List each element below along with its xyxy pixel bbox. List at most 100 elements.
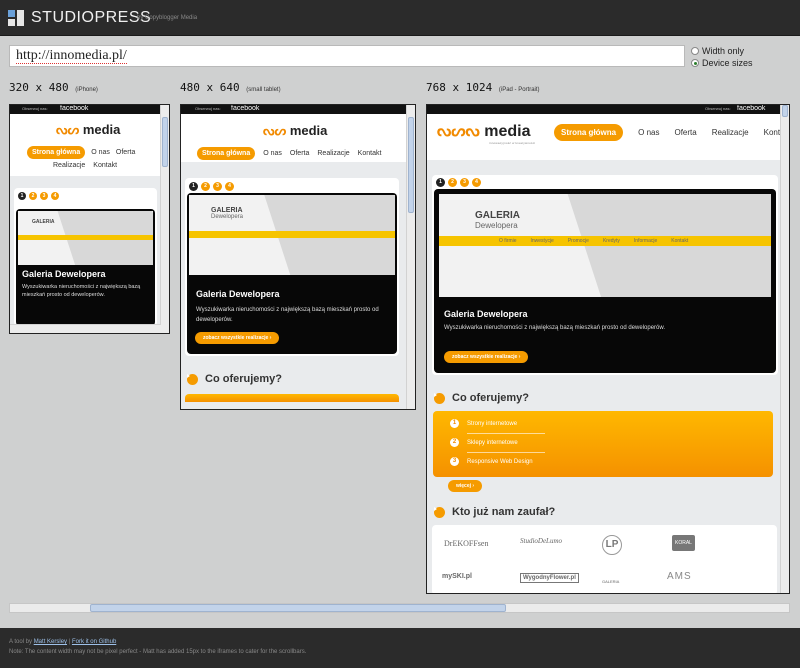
screenshot-title: GALERIA Dewelopera [211, 207, 244, 220]
studiopress-logo-icon [8, 10, 25, 27]
github-fork-link[interactable]: Fork it on Github [72, 639, 116, 645]
offer-title: Co oferujemy? [187, 373, 282, 385]
screenshot-menu-item: O firmie [499, 238, 517, 244]
site-logo[interactable]: ᔓᔕᔓ media innowacyjność w kreatywności [437, 121, 535, 145]
iphone-vertical-scrollbar[interactable] [160, 105, 169, 333]
slider-dot[interactable]: 4 [51, 192, 59, 200]
nav-projects[interactable]: Realizacje [712, 128, 749, 137]
screenshot-menu: O firmie Inwestycje Promocje Kredyty Inf… [499, 238, 688, 244]
slider-dot[interactable]: 3 [213, 182, 222, 191]
slide-screenshot: GALERIA Dewelopera O firmie Inwestycje Pr… [439, 194, 771, 297]
gallery-button[interactable]: zobacz wszystkie realizacje › [444, 351, 529, 363]
gallery-description: Wyszukiwarka nieruchomości z największą … [444, 325, 666, 331]
top-bar: STUDIOPRESS by Copyblogger Media [0, 0, 800, 36]
iphone-horizontal-scrollbar[interactable] [10, 324, 161, 333]
clients-title: Kto już nam zaufał? [434, 506, 555, 518]
gallery-title: Galeria Dewelopera [444, 309, 528, 319]
slider-dots: 1 2 3 4 [436, 178, 481, 187]
nav-offer[interactable]: Oferta [674, 128, 696, 137]
device-name: (small tablet) [246, 87, 281, 93]
gallery-description: Wyszukiwarka nieruchomości z największą … [22, 284, 141, 298]
client-logo: KORAL [672, 535, 695, 551]
offer-title: Co oferujemy? [434, 392, 529, 404]
device-label-ipad: 768 x 1024 (iPad - Portrait) [426, 81, 540, 94]
main-horizontal-scrollbar[interactable] [9, 603, 790, 613]
device-sizes-option[interactable]: Device sizes [691, 58, 753, 68]
slider-dot[interactable]: 2 [201, 182, 210, 191]
offer-item-label: Sklepy internetowe [467, 439, 518, 446]
site-header: ᔓᔕᔓ media innowacyjność w kreatywności St… [427, 114, 789, 160]
offer-item[interactable]: 1 Strony internetowe [450, 419, 517, 428]
nav-home[interactable]: Strona główna [554, 124, 624, 141]
small-tablet-frame[interactable]: Obserwuj nas: facebook ᔓᔕ media Strona g… [180, 104, 416, 410]
logo-text: media [289, 123, 328, 138]
slider-dot[interactable]: 2 [448, 178, 457, 187]
slider-dots: 1 2 3 4 [189, 182, 234, 191]
device-name: (iPhone) [75, 87, 98, 93]
offer-more-button[interactable]: więcej › [448, 480, 483, 492]
nav-home[interactable]: Strona główna [197, 147, 256, 160]
slider-dot[interactable]: 4 [472, 178, 481, 187]
width-only-option[interactable]: Width only [691, 46, 744, 56]
device-size: 768 x 1024 [426, 81, 493, 94]
nav-offer[interactable]: Oferta [290, 150, 309, 157]
nav-about[interactable]: O nas [91, 149, 110, 156]
nav-about[interactable]: O nas [263, 150, 282, 157]
author-link[interactable]: Matt Kersley [34, 639, 67, 645]
social-prefix: Obserwuj nas: [22, 106, 48, 111]
nav-about[interactable]: O nas [638, 128, 659, 137]
width-only-radio[interactable] [691, 47, 699, 55]
clients-title-text: Kto już nam zaufał? [452, 506, 556, 518]
slide: GALERIA Dewelopera O firmie Inwestycje Pr… [434, 189, 776, 373]
site-logo[interactable]: ᔓᔕ media [56, 122, 120, 138]
iphone-frame[interactable]: Obserwuj nas: facebook ᔓᔕ media Strona g… [9, 104, 170, 334]
slider-dot[interactable]: 3 [40, 192, 48, 200]
tablet-vertical-scrollbar[interactable] [406, 105, 415, 409]
brand-name: STUDIOPRESS [31, 9, 152, 26]
gallery-title: Galeria Dewelopera [22, 269, 106, 279]
offer-item[interactable]: 2 Sklepy internetowe [450, 438, 518, 447]
slider: 1 2 3 4 GALERIA Dewelopera O firmie Inwes… [432, 175, 778, 375]
gallery-description: Wyszukiwarka nieruchomości z największą … [196, 307, 379, 323]
nav-contact[interactable]: Kontakt [93, 162, 117, 169]
nav-home[interactable]: Strona główna [27, 146, 86, 159]
device-size: 320 x 480 [9, 81, 69, 94]
slider-dot[interactable]: 4 [225, 182, 234, 191]
logo-text: media [82, 122, 121, 137]
site-header: ᔓᔕ media Strona główna O nas Oferta Real… [181, 114, 407, 162]
offer-title-text: Co oferujemy? [452, 392, 530, 404]
gallery-title: Galeria Dewelopera [196, 289, 280, 299]
nav-offer[interactable]: Oferta [116, 149, 135, 156]
scroll-thumb[interactable] [782, 105, 788, 117]
slide-screenshot: GALERIA Dewelopera [189, 195, 395, 275]
facebook-link[interactable]: facebook [227, 105, 264, 113]
logo-mark-icon: ᔓᔕᔓ [437, 123, 480, 140]
url-input[interactable]: http://innomedia.pl/ [9, 45, 685, 67]
screenshot-menu-item: Promocje [567, 238, 589, 244]
site-logo[interactable]: ᔓᔕ media [263, 123, 327, 139]
screenshot-title: GALERIA [32, 219, 55, 225]
gallery-button[interactable]: zobacz wszystkie realizacje › [195, 332, 280, 344]
slider-dot[interactable]: 2 [29, 192, 37, 200]
facebook-link[interactable]: facebook [733, 105, 770, 113]
facebook-link[interactable]: facebook [56, 105, 93, 113]
scroll-thumb[interactable] [90, 604, 506, 612]
offer-item[interactable]: 3 Responsive Web Design [450, 457, 533, 466]
social-prefix: Obserwuj nas: [705, 106, 731, 111]
slider-dot[interactable]: 1 [18, 192, 26, 200]
scroll-thumb[interactable] [408, 117, 414, 213]
offer-item-label: Strony internetowe [467, 420, 518, 427]
slide-screenshot: GALERIA [18, 211, 153, 265]
ipad-vertical-scrollbar[interactable] [780, 105, 789, 593]
nav-projects[interactable]: Realizacje [317, 150, 349, 157]
nav-projects[interactable]: Realizacje [53, 162, 85, 169]
social-bar: Obserwuj nas: facebook [181, 105, 407, 114]
slider-dot[interactable]: 1 [436, 178, 445, 187]
slider-dot[interactable]: 1 [189, 182, 198, 191]
ipad-frame[interactable]: Obserwuj nas: facebook ᔓᔕᔓ media innowacy… [426, 104, 790, 594]
client-logo: AMS [667, 571, 692, 582]
nav-contact[interactable]: Kontakt [358, 150, 382, 157]
scroll-thumb[interactable] [162, 117, 168, 167]
slider-dot[interactable]: 3 [460, 178, 469, 187]
device-sizes-radio[interactable] [691, 59, 699, 67]
